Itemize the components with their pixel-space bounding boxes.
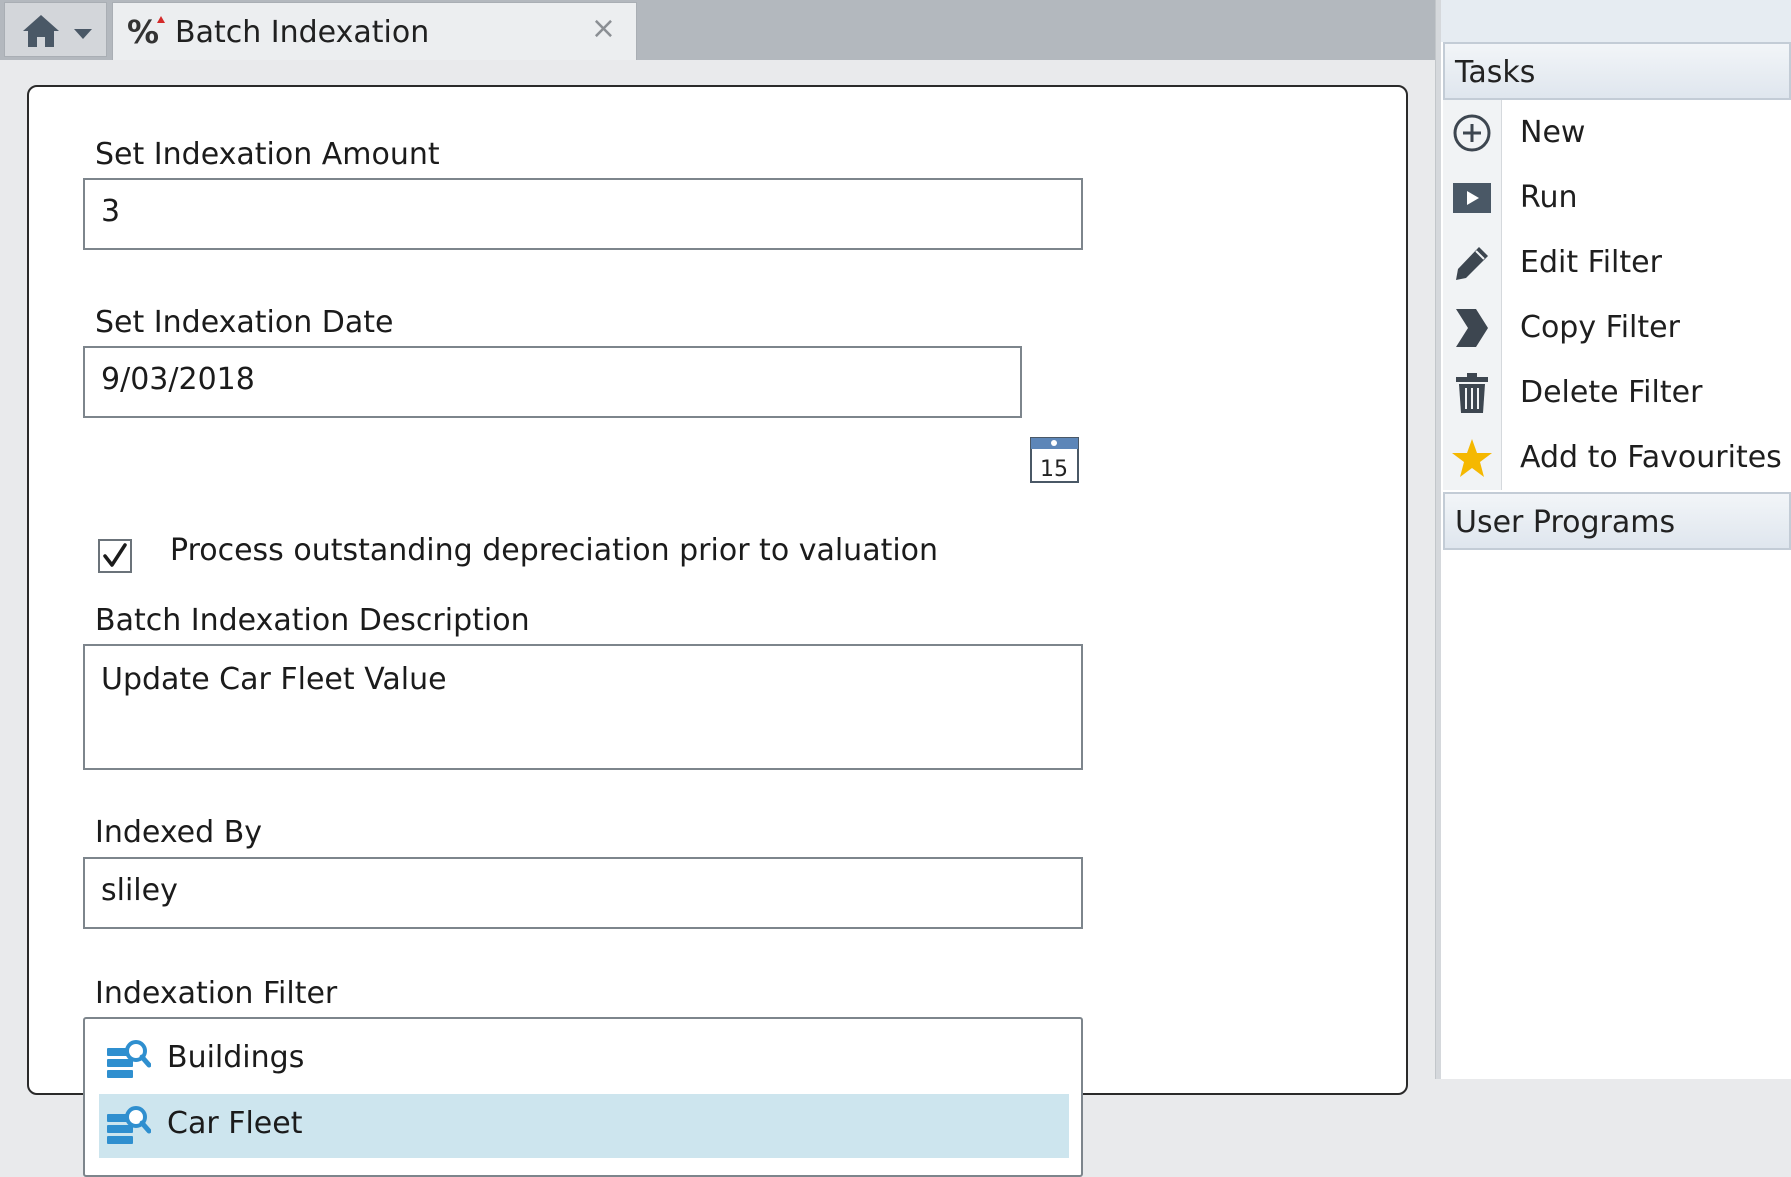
task-icon-cell: [1443, 230, 1502, 295]
task-panel: Tasks New Run Edit Filter Copy Filter De…: [1441, 0, 1791, 1079]
task-label: Run: [1520, 180, 1578, 215]
task-edit-filter[interactable]: Edit Filter: [1443, 230, 1791, 295]
process-label: Process outstanding depreciation prior t…: [170, 533, 939, 568]
task-delete-filter[interactable]: Delete Filter: [1443, 360, 1791, 425]
chevron-down-icon[interactable]: [73, 28, 93, 40]
description-label: Batch Indexation Description: [95, 603, 530, 638]
filter-label: Indexation Filter: [95, 976, 338, 1011]
calendar-icon[interactable]: 15: [1030, 437, 1079, 483]
task-icon-cell: [1443, 165, 1502, 230]
filter-icon: [107, 1106, 151, 1144]
play-icon: [1453, 182, 1491, 213]
pencil-icon: [1456, 246, 1488, 280]
home-icon: [23, 15, 59, 47]
task-copy-filter[interactable]: Copy Filter: [1443, 295, 1791, 360]
trash-icon: [1456, 372, 1488, 413]
svg-text:%: %: [127, 13, 159, 51]
list-item-label: Car Fleet: [167, 1106, 303, 1141]
user-programs-header[interactable]: User Programs: [1443, 492, 1791, 550]
description-textarea[interactable]: Update Car Fleet Value: [83, 644, 1083, 770]
user-programs-label: User Programs: [1455, 505, 1676, 540]
task-label: Edit Filter: [1520, 245, 1662, 280]
filter-listbox[interactable]: Buildings Car Fleet: [83, 1017, 1083, 1177]
percent-icon: %: [127, 13, 165, 51]
task-run[interactable]: Run: [1443, 165, 1791, 230]
amount-label: Set Indexation Amount: [95, 137, 440, 172]
tasks-header-label: Tasks: [1455, 55, 1536, 90]
tasks-header[interactable]: Tasks: [1443, 42, 1791, 100]
task-label: Add to Favourites: [1520, 440, 1782, 475]
date-input[interactable]: 9/03/2018: [83, 346, 1022, 418]
tab-title: Batch Indexation: [175, 15, 430, 50]
copy-icon: [1456, 308, 1488, 347]
task-new[interactable]: New: [1443, 100, 1791, 165]
list-item-selected[interactable]: Car Fleet: [99, 1094, 1069, 1158]
plus-circle-icon: [1453, 114, 1491, 151]
main-area: Set Indexation Amount 3 Set Indexation D…: [0, 60, 1435, 1177]
home-tab[interactable]: [4, 2, 107, 57]
task-label: New: [1520, 115, 1586, 150]
close-icon[interactable]: ×: [591, 11, 616, 46]
panel-top-bar: [1441, 0, 1791, 42]
task-label: Delete Filter: [1520, 375, 1703, 410]
list-item-label: Buildings: [167, 1040, 305, 1075]
indexed-by-label: Indexed By: [95, 815, 263, 850]
task-icon-cell: [1443, 360, 1502, 425]
svg-text:15: 15: [1040, 457, 1068, 482]
date-label: Set Indexation Date: [95, 305, 394, 340]
indexed-by-input[interactable]: sliley: [83, 857, 1083, 929]
filter-icon: [107, 1040, 151, 1078]
task-label: Copy Filter: [1520, 310, 1680, 345]
amount-input[interactable]: 3: [83, 178, 1083, 250]
task-icon-cell: [1443, 295, 1502, 360]
list-item[interactable]: Buildings: [99, 1028, 1069, 1092]
star-icon: [1452, 438, 1492, 477]
tab-batch-indexation[interactable]: % Batch Indexation ×: [112, 2, 637, 60]
task-icon-cell: [1443, 100, 1502, 165]
form-card: Set Indexation Amount 3 Set Indexation D…: [27, 85, 1408, 1177]
tab-strip: % Batch Indexation ×: [0, 0, 1435, 60]
task-icon-cell: [1443, 425, 1502, 490]
process-checkbox[interactable]: [98, 539, 132, 573]
task-add-favourites[interactable]: Add to Favourites: [1443, 425, 1791, 490]
